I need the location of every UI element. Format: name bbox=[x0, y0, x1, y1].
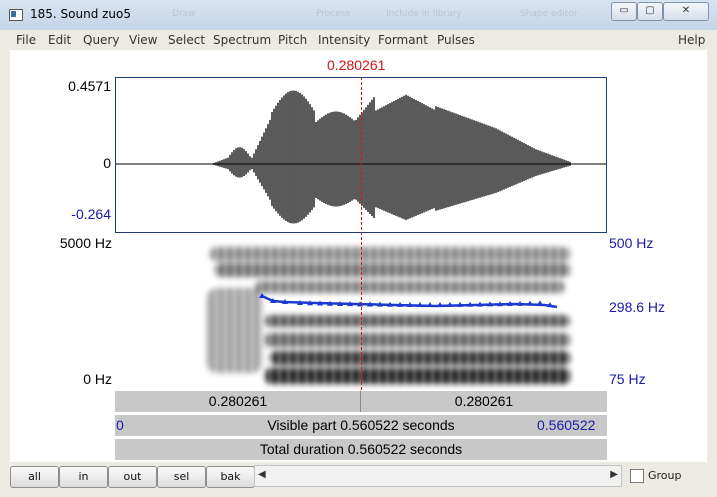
pitch-ceiling-label: 500 Hz bbox=[609, 235, 654, 251]
background-title: Include in library bbox=[386, 9, 462, 19]
background-title: Draw bbox=[172, 9, 196, 19]
cursor-line bbox=[361, 77, 362, 390]
total-duration-bar[interactable]: Total duration 0.560522 seconds bbox=[115, 438, 607, 460]
menu-spectrum[interactable]: Spectrum bbox=[213, 33, 271, 47]
menu-edit[interactable]: Edit bbox=[48, 33, 71, 47]
maximize-button[interactable]: ▢ bbox=[637, 2, 663, 21]
spectrogram-bottom-label: 0 Hz bbox=[83, 371, 112, 387]
background-title: Process bbox=[316, 9, 351, 19]
pitch-floor-label: 75 Hz bbox=[609, 371, 646, 387]
menu-help[interactable]: Help bbox=[678, 33, 705, 47]
visible-start-label: 0 bbox=[116, 417, 124, 433]
close-button[interactable]: ✕ bbox=[663, 2, 709, 21]
menu-select[interactable]: Select bbox=[168, 33, 205, 47]
window-title: 185. Sound zuo5 bbox=[30, 7, 132, 21]
menu-view[interactable]: View bbox=[129, 33, 157, 47]
cursor-time-label: 0.280261 bbox=[327, 57, 386, 73]
spectrogram-top-label: 5000 Hz bbox=[59, 235, 112, 251]
time-right-label: 0.280261 bbox=[454, 393, 514, 409]
zoom-in-button[interactable]: in bbox=[59, 466, 108, 488]
menu-intensity[interactable]: Intensity bbox=[318, 33, 370, 47]
menu-formant[interactable]: Formant bbox=[378, 33, 428, 47]
visible-part-label: Visible part 0.560522 seconds bbox=[267, 417, 455, 433]
menu-query[interactable]: Query bbox=[83, 33, 119, 47]
minimize-button[interactable]: ▭ bbox=[611, 2, 637, 21]
wave-max-label: 0.4571 bbox=[68, 78, 111, 94]
zoom-selection-button[interactable]: sel bbox=[157, 466, 206, 488]
time-segment-right[interactable]: 0.280261 bbox=[361, 390, 607, 412]
total-duration-label: Total duration 0.560522 seconds bbox=[259, 441, 463, 457]
sound-editor-window: 185. Sound zuo5 Draw Process Include in … bbox=[0, 0, 717, 497]
scroll-right-icon[interactable]: ▶ bbox=[610, 469, 618, 480]
visible-part-bar[interactable]: Visible part 0.560522 seconds bbox=[115, 414, 607, 436]
group-label: Group bbox=[648, 469, 682, 482]
menu-bar: File Edit Query View Select Spectrum Pit… bbox=[10, 30, 707, 50]
horizontal-scrollbar[interactable]: ◀ ▶ bbox=[254, 465, 622, 487]
title-bar: 185. Sound zuo5 Draw Process Include in … bbox=[0, 0, 717, 30]
zoom-all-button[interactable]: all bbox=[10, 466, 59, 488]
window-app-icon bbox=[9, 9, 23, 21]
visible-end-label: 0.560522 bbox=[537, 417, 596, 433]
time-segment-left[interactable]: 0.280261 bbox=[115, 390, 361, 412]
zoom-back-button[interactable]: bak bbox=[206, 466, 255, 488]
background-title: Shape editor bbox=[520, 9, 578, 19]
bottom-toolbar: all in out sel bak ◀ ▶ Group bbox=[0, 462, 717, 497]
zoom-out-button[interactable]: out bbox=[108, 466, 157, 488]
wave-zero-label: 0 bbox=[103, 155, 111, 171]
scroll-left-icon[interactable]: ◀ bbox=[258, 469, 266, 480]
pitch-value-label: 298.6 Hz bbox=[609, 299, 666, 315]
time-left-label: 0.280261 bbox=[208, 393, 268, 409]
menu-file[interactable]: File bbox=[16, 33, 36, 47]
menu-pulses[interactable]: Pulses bbox=[437, 33, 475, 47]
group-checkbox[interactable] bbox=[630, 469, 644, 483]
menu-pitch[interactable]: Pitch bbox=[278, 33, 307, 47]
wave-min-label: -0.264 bbox=[71, 206, 111, 222]
